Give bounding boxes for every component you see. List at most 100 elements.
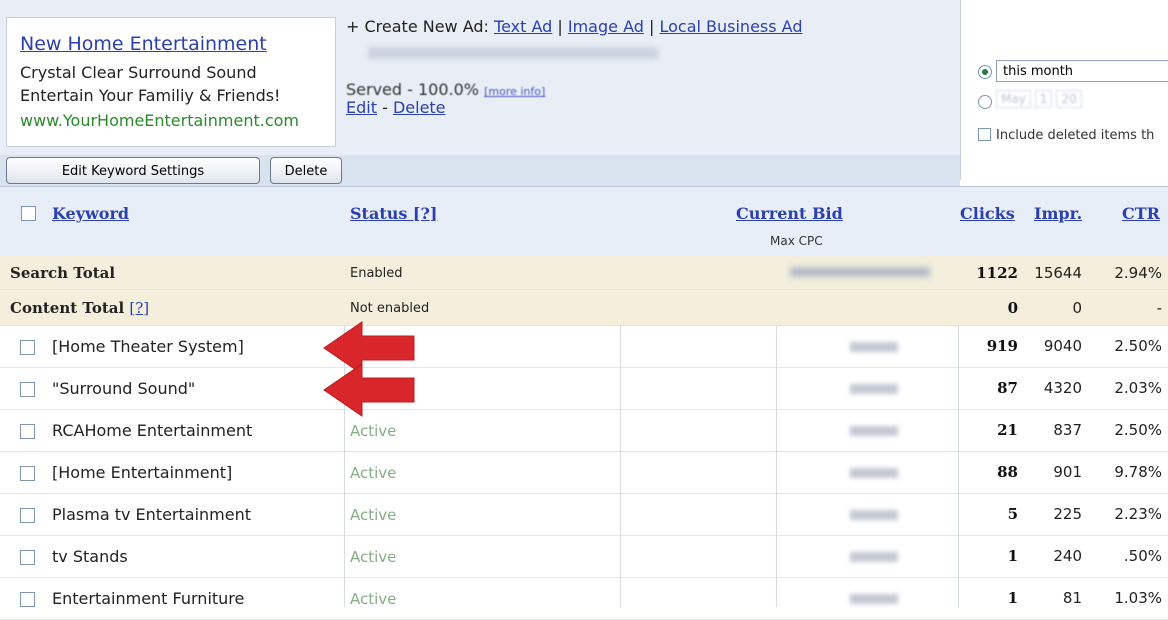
keyword-column-header[interactable]: Keyword (52, 204, 129, 223)
separator: | (557, 17, 563, 36)
row-checkbox[interactable] (20, 424, 35, 439)
column-divider (620, 326, 621, 607)
row-checkbox[interactable] (20, 508, 35, 523)
blurred-bid (850, 426, 898, 436)
year-select[interactable]: 20 (1056, 90, 1082, 108)
ad-title-link[interactable]: New Home Entertainment (20, 33, 267, 55)
impr-column-header[interactable]: Impr. (1034, 204, 1082, 223)
create-new-ad-label: + Create New Ad: (346, 17, 489, 36)
blurred-bid (850, 510, 898, 520)
table-row: Entertainment Furniture Active 1 81 1.03… (0, 578, 1168, 620)
ad-display-url: www.YourHomeEntertainment.com (20, 111, 299, 130)
clicks-value: 0 (1007, 299, 1018, 317)
ctr-value: - (1156, 299, 1162, 317)
row-checkbox[interactable] (20, 382, 35, 397)
keyword-text: [Home Entertainment] (52, 463, 233, 482)
keyword-text: [Home Theater System] (52, 337, 244, 356)
keyword-text: RCAHome Entertainment (52, 421, 253, 440)
ad-actions-row: Edit - Delete (346, 98, 446, 117)
keyword-status: Active (350, 590, 397, 608)
clicks-value: 919 (986, 337, 1018, 355)
month-select[interactable]: May (996, 90, 1031, 108)
more-info-link[interactable]: [more info] (484, 85, 545, 98)
content-total-help-link[interactable]: [?] (129, 299, 149, 317)
blurred-bid (850, 594, 898, 604)
include-deleted-checkbox[interactable] (978, 128, 991, 141)
row-checkbox[interactable] (20, 466, 35, 481)
served-row: Served - 100.0% [more info] (346, 80, 545, 99)
table-row: [Home Entertainment] Active 88 901 9.78% (0, 452, 1168, 494)
ctr-value: 2.50% (1114, 337, 1162, 355)
blurred-bid (850, 384, 898, 394)
ctr-value: 2.03% (1114, 379, 1162, 397)
row-checkbox[interactable] (20, 592, 35, 607)
current-bid-column-header[interactable]: Current Bid (736, 204, 843, 223)
impr-value: 240 (1053, 547, 1082, 565)
table-row: tv Stands Active 1 240 .50% (0, 536, 1168, 578)
ctr-value: 2.94% (1114, 264, 1162, 282)
impr-value: 901 (1053, 463, 1082, 481)
edit-ad-link[interactable]: Edit (346, 98, 377, 117)
table-row: [Home Theater System] 919 9040 2.50% (0, 326, 1168, 368)
search-total-status: Enabled (350, 266, 403, 281)
clicks-value: 88 (997, 463, 1018, 481)
content-total-label: Content Total (10, 299, 125, 317)
ctr-value: 2.50% (1114, 421, 1162, 439)
clicks-column-header[interactable]: Clicks (960, 204, 1015, 223)
keyword-status: Active (350, 506, 397, 524)
ad-description-line2: Entertain Your Familiy & Friends! (20, 86, 281, 105)
day-select[interactable]: 1 (1034, 90, 1053, 108)
date-range-select[interactable]: this month (996, 60, 1168, 82)
image-ad-link[interactable]: Image Ad (568, 17, 644, 36)
text-ad-link[interactable]: Text Ad (494, 17, 552, 36)
delete-ad-link[interactable]: Delete (393, 98, 446, 117)
content-total-status: Not enabled (350, 301, 430, 316)
clicks-value: 5 (1007, 505, 1018, 523)
blurred-ad-stats (368, 47, 658, 59)
table-row: Plasma tv Entertainment Active 5 225 2.2… (0, 494, 1168, 536)
ctr-value: .50% (1123, 547, 1162, 565)
table-row: "Surround Sound" 87 4320 2.03% (0, 368, 1168, 410)
row-checkbox[interactable] (20, 340, 35, 355)
column-divider (958, 326, 959, 607)
clicks-value: 1122 (976, 264, 1018, 282)
impr-value: 225 (1053, 505, 1082, 523)
impr-value: 4320 (1043, 379, 1082, 397)
row-checkbox[interactable] (20, 550, 35, 565)
separator: - (382, 98, 388, 117)
local-business-ad-link[interactable]: Local Business Ad (659, 17, 802, 36)
ctr-column-header[interactable]: CTR (1122, 204, 1160, 223)
content-total-label-wrap: Content Total [?] (10, 299, 149, 317)
red-arrow-icon (323, 363, 415, 417)
impr-value: 81 (1062, 589, 1082, 607)
max-cpc-subheader: Max CPC (770, 234, 823, 248)
separator: | (648, 17, 655, 36)
blurred-bid (790, 267, 930, 277)
clicks-value: 87 (997, 379, 1018, 397)
create-new-ad-row: + Create New Ad: Text Ad | Image Ad | Lo… (346, 17, 802, 36)
edit-keyword-settings-button[interactable]: Edit Keyword Settings (6, 157, 260, 184)
custom-range-radio[interactable] (978, 95, 992, 109)
select-all-checkbox[interactable] (21, 206, 36, 221)
custom-date-selectors[interactable]: May 1 20 (996, 90, 1168, 110)
ctr-value: 9.78% (1114, 463, 1162, 481)
content-total-row: Content Total [?] Not enabled 0 0 - (0, 290, 1168, 326)
served-percentage: Served - 100.0% (346, 80, 479, 99)
ctr-value: 2.23% (1114, 505, 1162, 523)
ad-description-line1: Crystal Clear Surround Sound (20, 63, 257, 82)
blurred-bid (850, 552, 898, 562)
impr-value: 15644 (1034, 264, 1082, 282)
status-column-header[interactable]: Status [?] (350, 204, 437, 223)
keyword-text: Entertainment Furniture (52, 589, 245, 608)
preset-range-radio[interactable] (978, 65, 992, 79)
impr-value: 0 (1072, 299, 1082, 317)
column-divider (776, 326, 777, 607)
delete-keyword-button[interactable]: Delete (270, 157, 342, 184)
ctr-value: 1.03% (1114, 589, 1162, 607)
blurred-bid (850, 342, 898, 352)
keyword-status: Active (350, 464, 397, 482)
keyword-status: Active (350, 422, 397, 440)
clicks-value: 1 (1007, 547, 1018, 565)
keyword-text: tv Stands (52, 547, 128, 566)
table-row: RCAHome Entertainment Active 21 837 2.50… (0, 410, 1168, 452)
